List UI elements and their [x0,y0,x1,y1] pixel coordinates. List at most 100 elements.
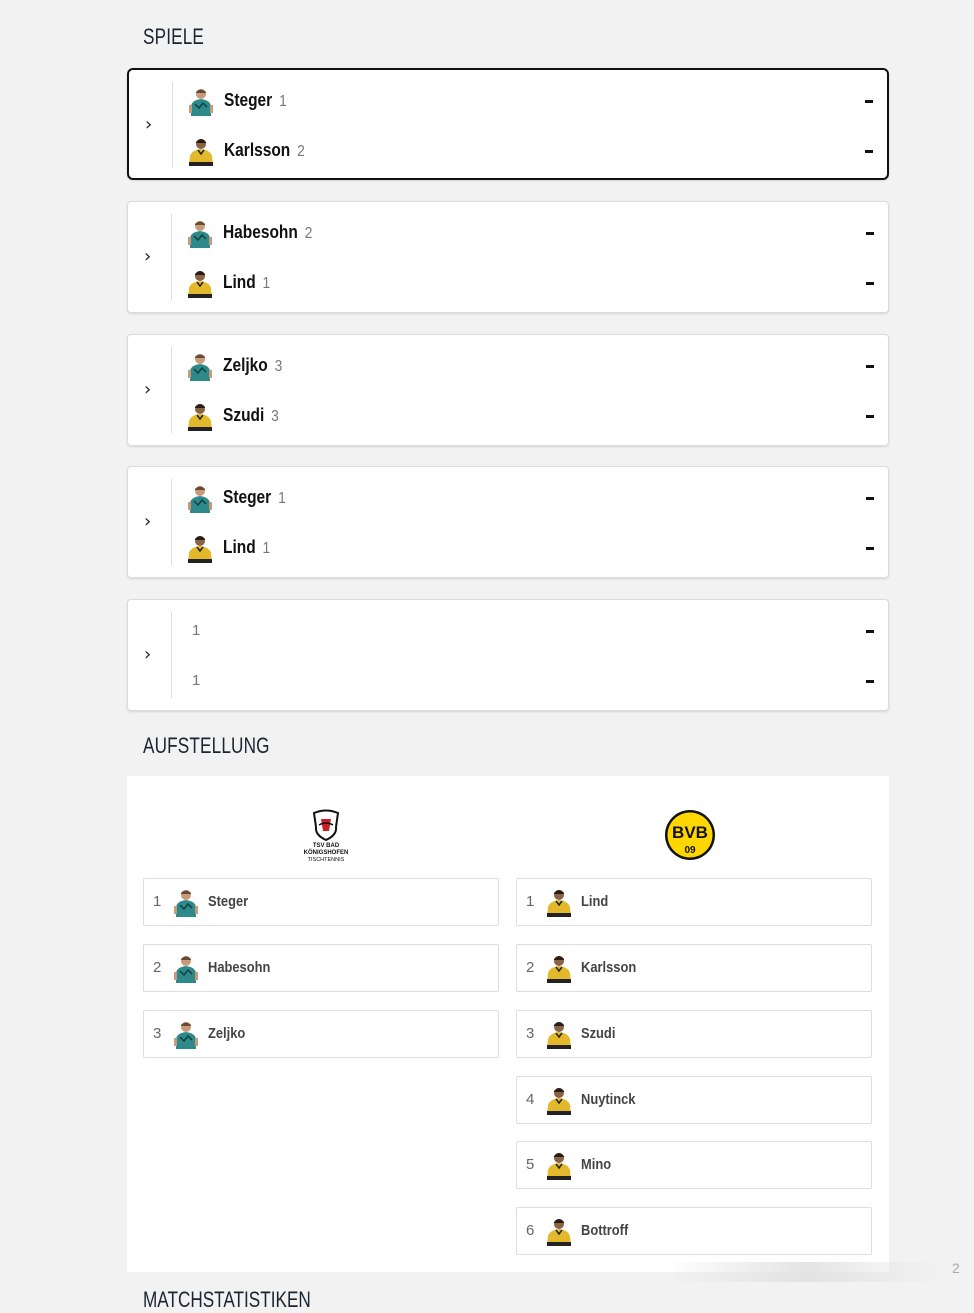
lineup-player-name: Zeljko [208,1025,246,1042]
chevron-right-icon[interactable]: › [144,646,156,664]
section-title-match-stats: MATCHSTATISTIKEN [143,1287,311,1312]
player-avatar [187,403,213,431]
divider [171,347,172,433]
lineup-number: 3 [526,1025,535,1042]
lineup-player-name: Bottroff [581,1222,629,1239]
player-number: 1 [192,672,201,689]
section-title-games: SPIELE [143,24,205,49]
match-away-row: Lind 1 [185,268,874,298]
chevron-right-icon[interactable]: › [144,248,156,266]
chevron-right-icon[interactable]: › [144,513,156,531]
player-avatar [187,220,213,248]
away-team-logo: BVB 09 [665,810,715,860]
player-avatar [187,485,213,513]
match-home-row: 1 [185,616,874,646]
player-number: 2 [297,143,305,160]
score-placeholder [865,150,873,153]
lineup-card-home-1[interactable]: 1 Steger [143,878,499,926]
lineup-card-away-1[interactable]: 1 Lind [516,878,872,926]
lineup-player-name: Habesohn [208,959,271,976]
lineup-number: 2 [526,959,535,976]
lineup-panel: TSV BAD KÖNIGSHOFEN TISCHTENNIS BVB 09 1… [127,776,889,1272]
player-avatar [546,1152,572,1180]
player-avatar [546,1087,572,1115]
match-card-3[interactable]: › Zeljko 3 Szudi 3 [127,334,889,446]
match-card-5[interactable]: › 1 1 [127,599,889,711]
svg-text:KÖNIGSHOFEN: KÖNIGSHOFEN [304,849,349,856]
scroll-hint [665,1262,945,1282]
player-avatar [173,955,199,983]
lineup-card-home-3[interactable]: 3 Zeljko [143,1010,499,1058]
player-name: Karlsson [224,140,291,160]
lineup-player-name: Steger [208,893,249,910]
score-placeholder [866,232,874,235]
match-card-1[interactable]: › Steger 1 Karlsson 2 [127,68,889,180]
player-number: 3 [274,358,283,375]
player-number: 2 [304,225,313,242]
lineup-player-name: Karlsson [581,959,637,976]
match-away-row: Szudi 3 [185,401,874,431]
lineup-number: 3 [153,1025,162,1042]
divider [172,82,173,168]
divider [171,214,172,300]
player-avatar [187,535,213,563]
player-number: 1 [278,490,286,507]
player-name: Habesohn [223,222,298,242]
divider [171,479,172,565]
lineup-card-away-2[interactable]: 2 Karlsson [516,944,872,992]
player-name: Steger [224,90,273,110]
player-number: 1 [279,93,287,110]
match-away-row: 1 [185,666,874,696]
lineup-number: 6 [526,1222,535,1239]
player-avatar [173,1021,199,1049]
match-card-2[interactable]: › Habesohn 2 Lind 1 [127,201,889,313]
lineup-number: 1 [153,893,162,910]
chevron-right-icon[interactable]: › [145,116,157,134]
score-placeholder [866,365,874,368]
svg-text:09: 09 [684,845,696,856]
lineup-card-home-2[interactable]: 2 Habesohn [143,944,499,992]
player-avatar [546,1021,572,1049]
match-card-4[interactable]: › Steger 1 Lind 1 [127,466,889,578]
home-team-logo: TSV BAD KÖNIGSHOFEN TISCHTENNIS [304,809,349,863]
score-placeholder [866,680,874,683]
score-placeholder [866,415,874,418]
lineup-number: 2 [153,959,162,976]
player-number: 1 [262,275,271,292]
player-avatar [173,889,199,917]
lineup-player-name: Szudi [581,1025,616,1042]
player-avatar [188,138,214,166]
lineup-card-away-4[interactable]: 4 Nuytinck [516,1076,872,1124]
lineup-card-away-6[interactable]: 6 Bottroff [516,1207,872,1255]
lineup-player-name: Nuytinck [581,1091,636,1108]
score-placeholder [866,282,874,285]
lineup-card-away-3[interactable]: 3 Szudi [516,1010,872,1058]
player-number: 3 [271,408,279,425]
score-placeholder [866,497,874,500]
score-placeholder [866,547,874,550]
player-name: Lind [223,272,256,292]
player-avatar [546,955,572,983]
match-home-row: Steger 1 [186,86,873,116]
player-name: Steger [223,487,272,507]
lineup-card-away-5[interactable]: 5 Mino [516,1141,872,1189]
lineup-player-name: Lind [581,893,609,910]
score-placeholder [866,630,874,633]
chevron-right-icon[interactable]: › [144,381,156,399]
divider [171,612,172,698]
lineup-player-name: Mino [581,1156,612,1173]
svg-text:TISCHTENNIS: TISCHTENNIS [308,857,345,863]
lineup-number: 5 [526,1156,535,1173]
match-home-row: Zeljko 3 [185,351,874,381]
player-avatar [187,353,213,381]
match-home-row: Habesohn 2 [185,218,874,248]
page-indicator: 2 [952,1260,960,1276]
svg-text:BVB: BVB [672,823,708,842]
section-title-lineup: AUFSTELLUNG [143,733,270,758]
player-avatar [546,889,572,917]
player-number: 1 [262,540,271,557]
lineup-number: 4 [526,1091,535,1108]
lineup-number: 1 [526,893,535,910]
player-avatar [546,1218,572,1246]
player-name: Szudi [223,405,265,425]
